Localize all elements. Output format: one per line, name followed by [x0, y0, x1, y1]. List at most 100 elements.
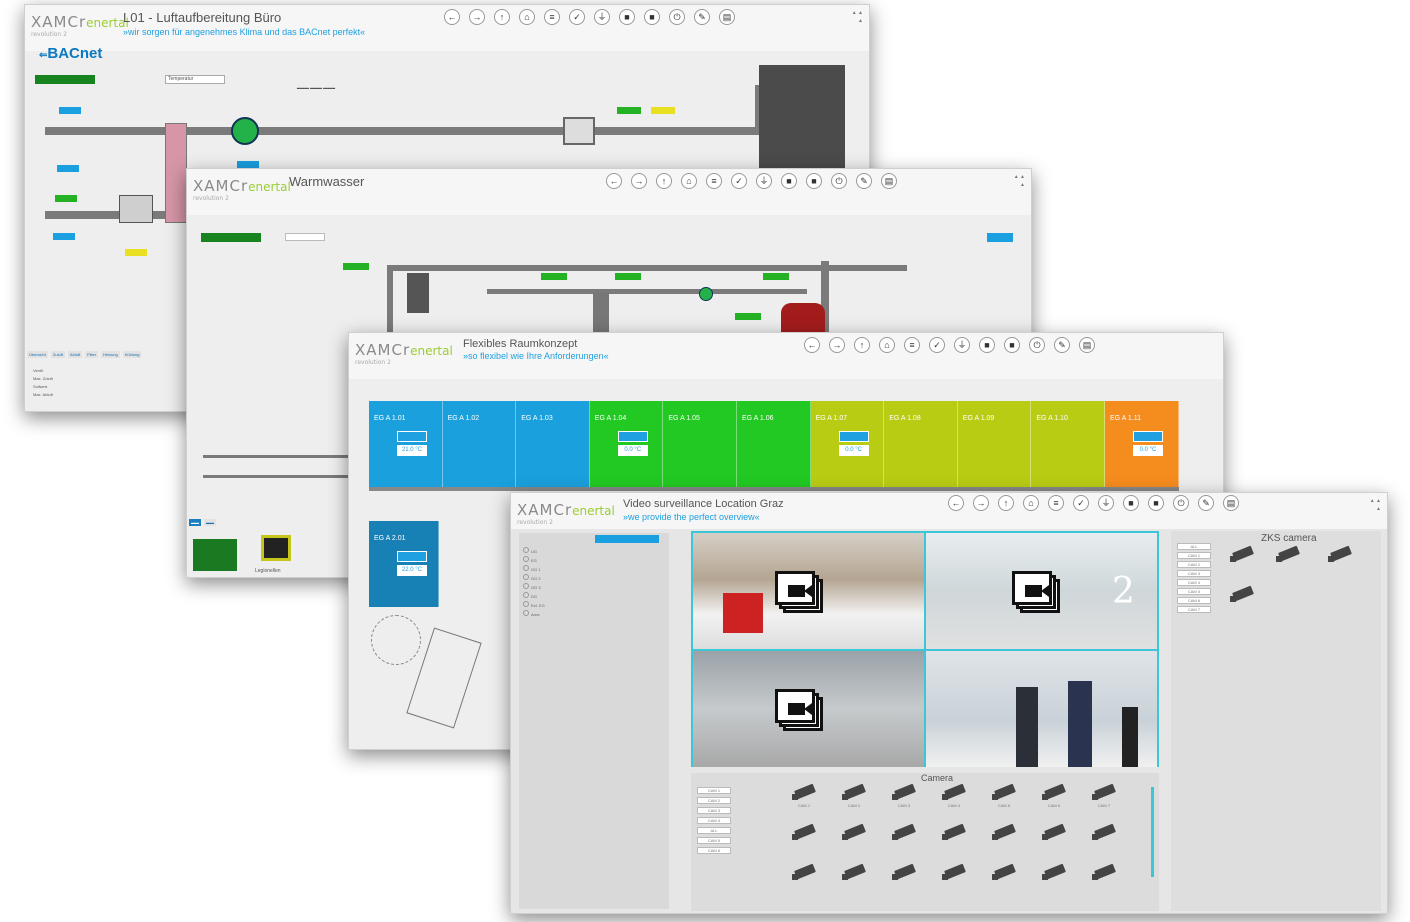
tab-heating[interactable]: ▬▬ — [204, 519, 216, 526]
tab-item[interactable]: Filter — [85, 351, 99, 358]
camera-filter-button[interactable]: CAM 1 — [697, 787, 731, 794]
toolbar-button[interactable]: ← — [441, 9, 463, 43]
camera-filter-button[interactable]: ALL — [697, 827, 731, 834]
toggle-button[interactable] — [987, 233, 1013, 242]
camera-icon[interactable] — [891, 823, 917, 841]
toolbar-button[interactable]: ⏚ — [753, 173, 775, 207]
setpoint-field[interactable] — [397, 551, 427, 562]
toolbar-button[interactable]: ⌂ — [1020, 495, 1042, 529]
toolbar-button[interactable]: ✓ — [728, 173, 750, 207]
camera-icon[interactable] — [991, 823, 1017, 841]
room-tile[interactable]: EG A 1.06 — [737, 401, 811, 487]
zone-button[interactable]: ALL — [1177, 543, 1211, 550]
camera-icon[interactable] — [991, 863, 1017, 881]
toolbar-button[interactable]: ✓ — [926, 337, 948, 371]
toolbar-button[interactable]: ⏚ — [951, 337, 973, 371]
camera-icon[interactable] — [891, 783, 917, 801]
room-tile[interactable]: EG A 2.01 22.0 °C — [369, 521, 439, 607]
tree-item[interactable]: OG 2 — [523, 574, 545, 583]
zone-button[interactable]: CAM 3 — [1177, 570, 1211, 577]
toolbar-button[interactable]: ✎ — [853, 173, 875, 207]
room-tile[interactable]: EG A 1.02 — [442, 401, 517, 487]
camera-icon[interactable] — [941, 783, 967, 801]
tree-item[interactable]: Area — [523, 610, 545, 619]
video-tile-4[interactable] — [926, 651, 1157, 767]
room-tile[interactable]: EG A 1.05 — [663, 401, 737, 487]
camera-icon[interactable] — [1229, 585, 1255, 603]
overview-tile[interactable] — [193, 539, 237, 571]
camera-icon[interactable] — [1275, 545, 1301, 563]
toolbar-button[interactable]: ← — [945, 495, 967, 529]
room-tile[interactable]: EG A 1.09 — [957, 401, 1032, 487]
toolbar-button[interactable]: ↑ — [491, 9, 513, 43]
tab-item[interactable]: Übersicht — [27, 351, 48, 358]
camera-icon[interactable] — [1091, 783, 1117, 801]
zone-button[interactable]: CAM 2 — [1177, 561, 1211, 568]
tree-item[interactable]: EG — [523, 556, 545, 565]
legionella-icon[interactable] — [261, 535, 291, 561]
zone-button[interactable]: CAM 1 — [1177, 552, 1211, 559]
toolbar-button[interactable]: ■ — [803, 173, 825, 207]
toolbar-button[interactable]: ✎ — [691, 9, 713, 43]
toolbar-button[interactable]: ▤ — [716, 9, 738, 43]
toolbar-button[interactable]: ■ — [641, 9, 663, 43]
camera-icon[interactable] — [1091, 863, 1117, 881]
camera-icon[interactable] — [1229, 545, 1255, 563]
tree-toggle-icon[interactable] — [523, 556, 529, 562]
toolbar-button[interactable]: ← — [801, 337, 823, 371]
mode-select[interactable] — [285, 233, 325, 241]
toolbar-button[interactable]: ■ — [616, 9, 638, 43]
camera-icon[interactable] — [1041, 783, 1067, 801]
mode-button[interactable] — [35, 75, 95, 84]
video-tile-3[interactable] — [693, 651, 924, 767]
toolbar-button[interactable]: ↑ — [653, 173, 675, 207]
camera-icon[interactable] — [1327, 545, 1353, 563]
tree-toggle-icon[interactable] — [523, 610, 529, 616]
video-tile-1[interactable] — [693, 533, 924, 649]
tab-item[interactable]: Kühlung — [122, 351, 142, 358]
tree-toggle-icon[interactable] — [523, 574, 529, 580]
tree-item[interactable]: UG — [523, 547, 545, 556]
camera-icon[interactable] — [841, 783, 867, 801]
toolbar-button[interactable]: ■ — [1120, 495, 1142, 529]
tree-item[interactable]: DG — [523, 592, 545, 601]
camera-icon[interactable] — [841, 823, 867, 841]
camera-icon[interactable] — [791, 823, 817, 841]
toolbar-button[interactable]: ■ — [1001, 337, 1023, 371]
toolbar-button[interactable]: ≡ — [901, 337, 923, 371]
toolbar-button[interactable]: → — [628, 173, 650, 207]
toolbar-button[interactable]: → — [970, 495, 992, 529]
toolbar-button[interactable]: ⏻ — [1170, 495, 1192, 529]
setpoint-field[interactable] — [1133, 431, 1163, 442]
toolbar-button[interactable]: ≡ — [703, 173, 725, 207]
camera-icon[interactable] — [841, 863, 867, 881]
zone-button[interactable]: CAM 7 — [1177, 606, 1211, 613]
toolbar-button[interactable]: ⏻ — [1026, 337, 1048, 371]
setpoint-field[interactable] — [838, 431, 869, 442]
toolbar-button[interactable]: ⌂ — [876, 337, 898, 371]
zone-button[interactable]: CAM 4 — [1177, 579, 1211, 586]
mode-button[interactable] — [201, 233, 261, 242]
toolbar-button[interactable]: ⏻ — [666, 9, 688, 43]
toolbar-button[interactable]: ≡ — [1045, 495, 1067, 529]
toolbar-button[interactable]: ▤ — [1076, 337, 1098, 371]
tree-toggle-icon[interactable] — [523, 592, 529, 598]
camera-filter-button[interactable]: CAM 4 — [697, 817, 731, 824]
room-tile[interactable]: EG A 1.10 — [1031, 401, 1105, 487]
toolbar-button[interactable]: → — [826, 337, 848, 371]
toolbar-button[interactable]: ↑ — [995, 495, 1017, 529]
scrollbar[interactable] — [1151, 787, 1154, 877]
camera-filter-button[interactable]: CAM 6 — [697, 847, 731, 854]
mode-select[interactable]: Temperatur — [165, 75, 225, 84]
camera-icon[interactable] — [941, 863, 967, 881]
zone-button[interactable]: CAM 6 — [1177, 597, 1211, 604]
tab-item[interactable]: Heizung — [101, 351, 120, 358]
toolbar-button[interactable]: ✓ — [1070, 495, 1092, 529]
tab-item[interactable]: Abluft — [67, 351, 83, 358]
toolbar-button[interactable]: ⏚ — [1095, 495, 1117, 529]
toolbar-button[interactable]: ■ — [1145, 495, 1167, 529]
toolbar-button[interactable]: ✓ — [566, 9, 588, 43]
zone-button[interactable]: CAM 5 — [1177, 588, 1211, 595]
tree-item[interactable]: Ext. EG — [523, 601, 545, 610]
room-tile[interactable]: EG A 1.03 — [516, 401, 590, 487]
